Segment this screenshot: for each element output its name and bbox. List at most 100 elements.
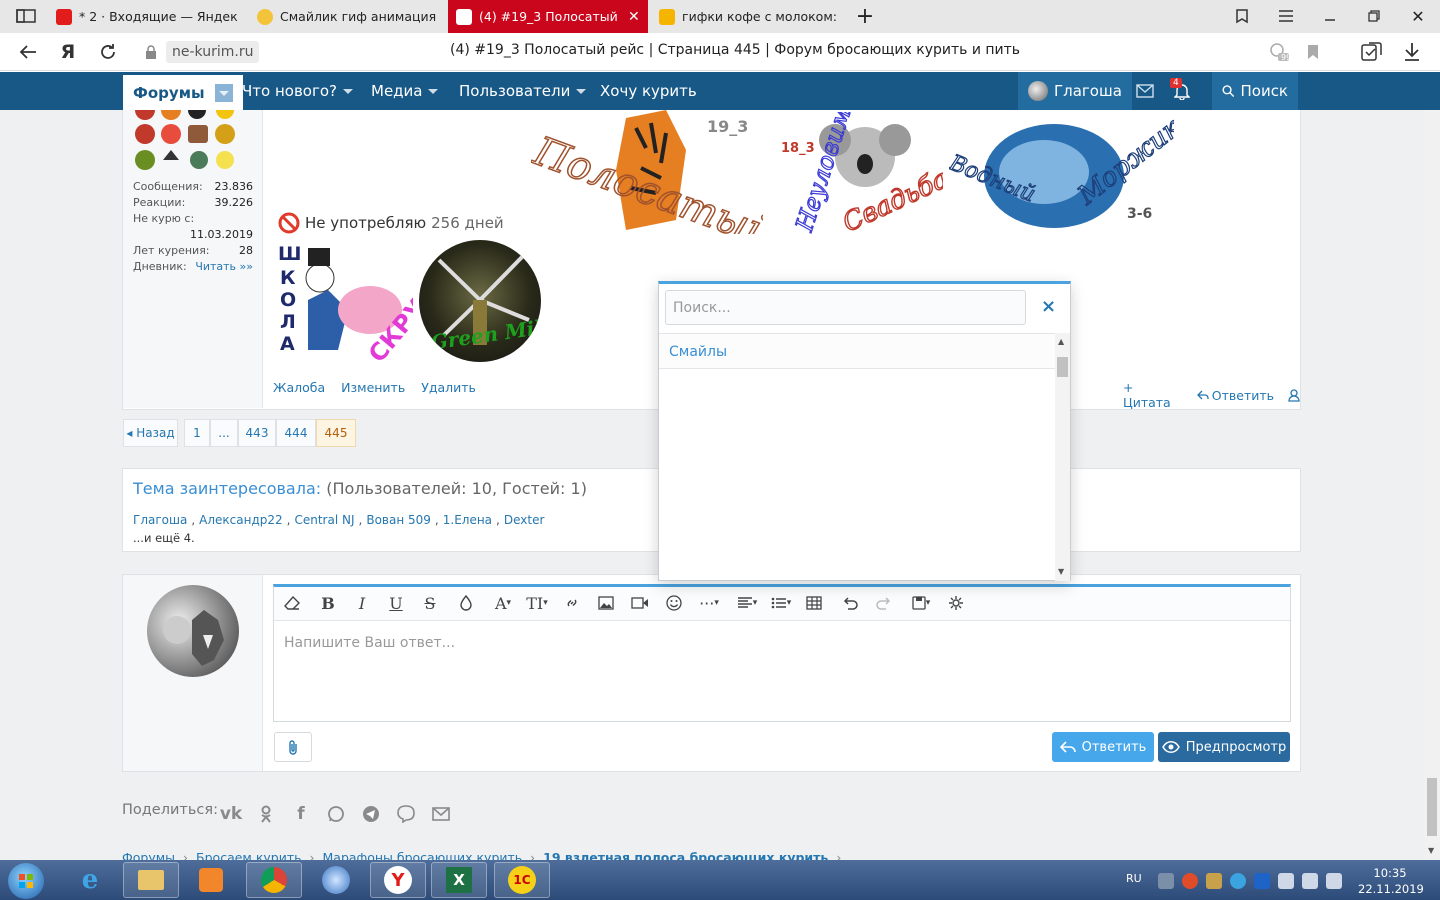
yandex-logo-icon[interactable]: Я bbox=[56, 41, 80, 63]
preview-button[interactable]: Предпросмотр bbox=[1158, 732, 1290, 762]
user-link[interactable]: Вован 509 bbox=[366, 513, 431, 527]
updates-tray-icon[interactable] bbox=[1206, 873, 1222, 889]
nav-media[interactable]: Медиа bbox=[361, 72, 448, 110]
underline-icon[interactable]: U bbox=[384, 592, 408, 614]
browser-tab-smiley[interactable]: Смайлик гиф анимация ка bbox=[249, 0, 445, 33]
nav-user-menu[interactable]: Глагоша bbox=[1018, 72, 1132, 110]
nav-search[interactable]: Поиск bbox=[1212, 72, 1298, 110]
pagination-page[interactable]: 1 bbox=[184, 419, 210, 447]
font-size-icon[interactable]: TI ▾ bbox=[522, 592, 552, 614]
browser-tab-forum[interactable]: (4) #19_3 Полосатый ре ✕ bbox=[448, 0, 648, 33]
user-link[interactable]: 1.Елена bbox=[443, 513, 492, 527]
pagination-current-page[interactable]: 445 bbox=[316, 419, 356, 447]
reply-link[interactable]: Ответить bbox=[1196, 388, 1274, 403]
nav-want-smoke[interactable]: Хочу курить bbox=[590, 72, 707, 110]
bookmark-flag-icon[interactable] bbox=[1306, 44, 1320, 60]
smilies-icon[interactable] bbox=[662, 592, 686, 614]
delete-link[interactable]: Удалить bbox=[421, 380, 476, 395]
alerts-bell-icon[interactable]: 4 bbox=[1164, 72, 1200, 110]
email-share-icon[interactable] bbox=[431, 804, 451, 824]
attach-button[interactable] bbox=[274, 732, 312, 762]
volume-icon[interactable] bbox=[1278, 873, 1294, 889]
strikethrough-icon[interactable]: S bbox=[418, 592, 442, 614]
nav-forums-dropdown-icon[interactable] bbox=[214, 83, 233, 102]
messenger-tray-icon[interactable] bbox=[1230, 873, 1246, 889]
menu-icon[interactable] bbox=[1274, 5, 1298, 27]
nav-forums[interactable]: Форумы bbox=[123, 72, 243, 110]
quote-link[interactable]: + Цитата bbox=[1123, 380, 1183, 410]
user-link[interactable]: Александр22 bbox=[199, 513, 283, 527]
language-indicator[interactable]: RU bbox=[1126, 872, 1142, 885]
pagination-prev[interactable]: ◂ Назад bbox=[123, 419, 178, 447]
nav-whats-new[interactable]: Что нового? bbox=[232, 72, 363, 110]
breadcrumb-item[interactable]: Бросаем курить bbox=[196, 850, 301, 860]
tabs-overview-icon[interactable] bbox=[14, 5, 38, 27]
back-arrow-icon[interactable] bbox=[16, 41, 40, 63]
app-tray-icon[interactable] bbox=[1182, 873, 1198, 889]
odnoklassniki-icon[interactable] bbox=[256, 804, 276, 824]
reply-submit-button[interactable]: Ответить bbox=[1052, 732, 1154, 762]
scrollbar-thumb[interactable] bbox=[1427, 778, 1437, 836]
internet-explorer-icon[interactable]: e bbox=[62, 862, 118, 898]
close-tab-icon[interactable]: ✕ bbox=[628, 9, 640, 25]
address-bar[interactable]: ne-kurim.ru (4) #19_3 Полосатый рейс | С… bbox=[140, 38, 1328, 66]
network-icon[interactable] bbox=[1326, 873, 1342, 889]
reply-editor-input[interactable]: Напишите Ваш ответ... bbox=[284, 635, 455, 651]
user-icon[interactable] bbox=[1288, 388, 1300, 402]
security-tray-icon[interactable] bbox=[1158, 873, 1174, 889]
network-app-icon[interactable] bbox=[308, 862, 364, 898]
redo-icon[interactable] bbox=[872, 592, 896, 614]
page-scrollbar[interactable]: ▼ bbox=[1424, 110, 1440, 860]
user-link[interactable]: Central NJ bbox=[294, 513, 354, 527]
scroll-down-icon[interactable]: ▼ bbox=[1428, 846, 1434, 855]
restore-icon[interactable] bbox=[1362, 5, 1386, 27]
reload-icon[interactable] bbox=[96, 41, 120, 63]
user-link[interactable]: Dexter bbox=[504, 513, 545, 527]
media-icon[interactable] bbox=[628, 592, 652, 614]
link-icon[interactable] bbox=[560, 592, 584, 614]
pagination-ellipsis[interactable]: ... bbox=[210, 419, 238, 447]
font-family-icon[interactable]: A ▾ bbox=[488, 592, 518, 614]
settings-gear-icon[interactable] bbox=[944, 592, 968, 614]
battery-icon[interactable] bbox=[1302, 873, 1318, 889]
scroll-up-icon[interactable]: ▲ bbox=[1058, 337, 1064, 346]
inbox-icon[interactable] bbox=[1126, 72, 1164, 110]
pagination-page[interactable]: 443 bbox=[238, 419, 276, 447]
nav-users[interactable]: Пользователи bbox=[449, 72, 596, 110]
chrome-icon[interactable] bbox=[246, 862, 302, 898]
sync-tray-icon[interactable] bbox=[1254, 873, 1270, 889]
1c-icon[interactable]: 1С bbox=[494, 862, 550, 898]
diary-link[interactable]: Читать »» bbox=[195, 259, 253, 275]
clock[interactable]: 10:35 22.11.2019 bbox=[1358, 865, 1424, 897]
pagination-page[interactable]: 444 bbox=[276, 419, 316, 447]
undo-icon[interactable] bbox=[838, 592, 862, 614]
eraser-icon[interactable] bbox=[280, 592, 304, 614]
start-button[interactable] bbox=[8, 863, 44, 899]
download-icon[interactable] bbox=[1400, 41, 1424, 63]
drafts-icon[interactable]: ▾ bbox=[906, 592, 936, 614]
breadcrumb-item[interactable]: Форумы bbox=[122, 850, 175, 860]
list-icon[interactable]: ▾ bbox=[766, 592, 796, 614]
breadcrumb-item[interactable]: 19 взлетная полоса бросающих курить bbox=[543, 850, 828, 860]
facebook-icon[interactable]: f bbox=[291, 804, 311, 824]
picker-scrollbar[interactable]: ▲ ▼ bbox=[1055, 333, 1070, 581]
edit-link[interactable]: Изменить bbox=[341, 380, 405, 395]
new-tab-icon[interactable]: + bbox=[853, 4, 877, 29]
align-icon[interactable]: ▾ bbox=[732, 592, 762, 614]
collections-icon[interactable] bbox=[1360, 41, 1384, 63]
breadcrumb-item[interactable]: Марафоны бросающих курить bbox=[323, 850, 523, 860]
picker-search-input[interactable]: Поиск... bbox=[665, 290, 1026, 325]
telegram-icon[interactable] bbox=[361, 804, 381, 824]
picker-category[interactable]: Смайлы bbox=[669, 344, 727, 360]
browser-tab-mail[interactable]: * 2 · Входящие — Яндекс.П bbox=[48, 0, 246, 33]
browser-tab-coffee[interactable]: гифки кофе с молоком: 6 т bbox=[651, 0, 845, 33]
scrollbar-thumb[interactable] bbox=[1057, 357, 1068, 377]
yandex-browser-icon[interactable]: Y bbox=[370, 862, 426, 898]
image-icon[interactable] bbox=[594, 592, 618, 614]
excel-icon[interactable]: X bbox=[431, 862, 487, 898]
more-options-icon[interactable]: ··· ▾ bbox=[694, 592, 724, 614]
avatar[interactable] bbox=[147, 585, 239, 677]
whatsapp-icon[interactable] bbox=[326, 804, 346, 824]
italic-icon[interactable]: I bbox=[350, 592, 374, 614]
media-player-icon[interactable] bbox=[183, 862, 239, 898]
